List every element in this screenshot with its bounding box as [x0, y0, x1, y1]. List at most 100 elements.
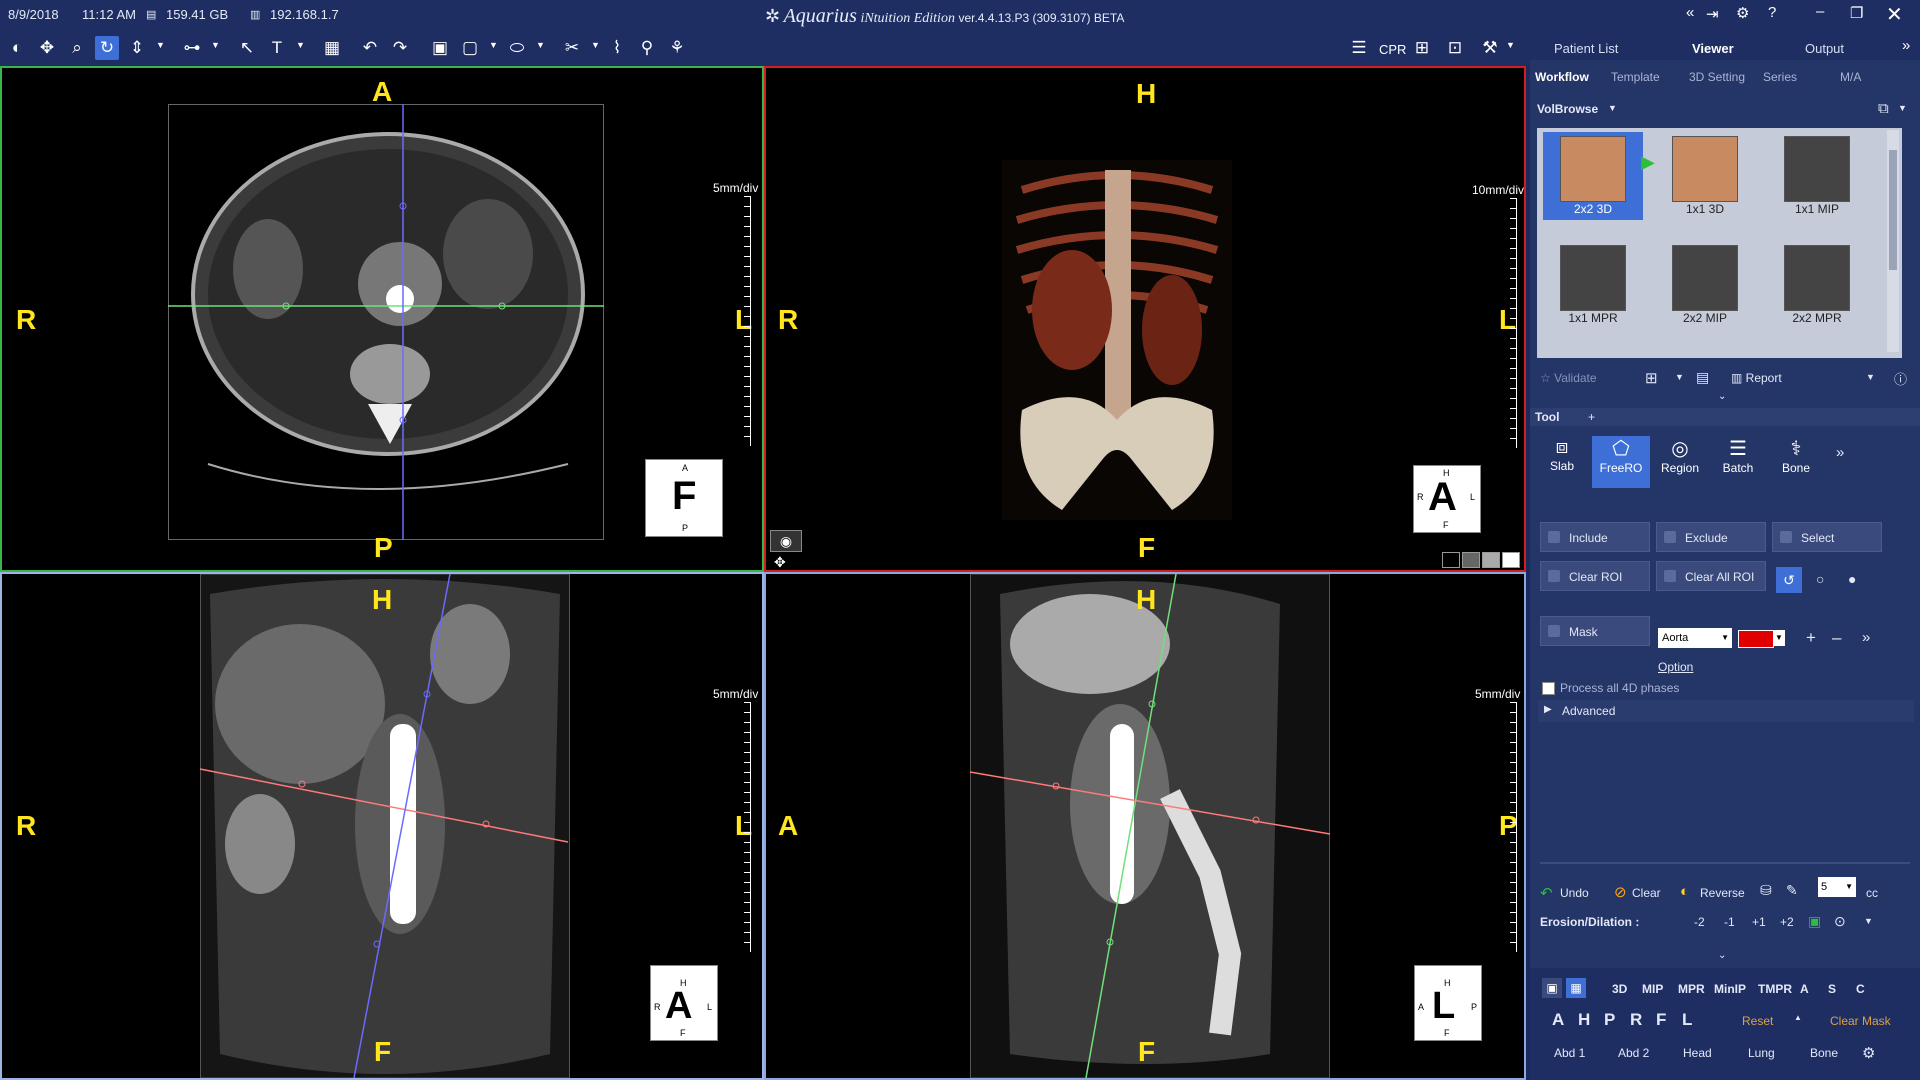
- scroll-dropdown-icon[interactable]: ▼: [156, 40, 165, 50]
- tab-patient-list[interactable]: Patient List: [1554, 41, 1618, 56]
- mode-minip[interactable]: MinIP: [1714, 982, 1746, 996]
- mode-a[interactable]: A: [1800, 982, 1809, 996]
- color-dropdown-icon[interactable]: ▼: [1773, 630, 1785, 646]
- tool-batch[interactable]: ☰ Batch: [1710, 436, 1766, 488]
- mode-mip[interactable]: MIP: [1642, 982, 1663, 996]
- exclude-button[interactable]: Exclude: [1656, 522, 1766, 552]
- minimize-icon[interactable]: –: [1816, 3, 1824, 20]
- export-icon[interactable]: ⧉: [1878, 100, 1889, 117]
- grid-layout-icon[interactable]: ▦: [320, 36, 344, 60]
- mode-c[interactable]: C: [1856, 982, 1865, 996]
- layout-thumb-2x2-3d[interactable]: 2x2 3D: [1543, 132, 1643, 220]
- reset-button[interactable]: Reset: [1742, 1014, 1773, 1028]
- tab-output[interactable]: Output: [1805, 41, 1844, 56]
- mask-button[interactable]: Mask: [1540, 616, 1650, 646]
- swatch-black[interactable]: [1442, 552, 1460, 568]
- clear-mask-button[interactable]: Clear Mask: [1830, 1014, 1891, 1028]
- rotate-icon[interactable]: ↻: [95, 36, 119, 60]
- tool-section-add[interactable]: +: [1588, 410, 1595, 424]
- add-icon[interactable]: ⊞: [1645, 369, 1658, 387]
- zoom-icon[interactable]: ⌕: [65, 36, 89, 60]
- orientation-cube[interactable]: H R A L F: [1413, 465, 1481, 533]
- settings-tool-icon[interactable]: ⚒: [1478, 36, 1502, 60]
- size-select[interactable]: 5 ▼: [1818, 877, 1856, 897]
- cpr-button[interactable]: CPR: [1379, 42, 1406, 57]
- apply-morph-icon[interactable]: ▣: [1808, 913, 1821, 930]
- collapse-edit-icon[interactable]: ⌄: [1718, 950, 1726, 961]
- remove-mask-icon[interactable]: –: [1832, 628, 1841, 648]
- more-mask-icon[interactable]: »: [1862, 629, 1870, 646]
- gallery-scrollbar[interactable]: [1887, 130, 1899, 352]
- layout-thumb-1x1-3d[interactable]: 1x1 3D: [1655, 136, 1755, 216]
- mask-color-swatch[interactable]: [1738, 630, 1774, 648]
- mode-s[interactable]: S: [1828, 982, 1836, 996]
- scissors-dropdown-icon[interactable]: ▼: [591, 40, 600, 50]
- subtab-workflow[interactable]: Workflow: [1535, 70, 1589, 84]
- subtab-series[interactable]: Series: [1763, 70, 1797, 84]
- volbrowse-dropdown-icon[interactable]: ▼: [1608, 103, 1617, 113]
- ellipse-dropdown-icon[interactable]: ▼: [536, 40, 545, 50]
- clear-all-roi-button[interactable]: Clear All ROI: [1656, 561, 1766, 591]
- erosion-minus-2[interactable]: -2: [1694, 915, 1705, 929]
- gallery-scroll-thumb[interactable]: [1889, 150, 1897, 270]
- preset-abd1[interactable]: Abd 1: [1554, 1046, 1585, 1060]
- ruler-dropdown-icon[interactable]: ▼: [211, 40, 220, 50]
- preset-bone[interactable]: Bone: [1810, 1046, 1838, 1060]
- tool-freero[interactable]: ⬠ FreeRO: [1592, 436, 1650, 488]
- redo-icon[interactable]: ↷: [388, 36, 412, 60]
- expand-right-icon[interactable]: »: [1902, 37, 1910, 54]
- swatch-white[interactable]: [1502, 552, 1520, 568]
- scissors-icon[interactable]: ✂: [560, 36, 584, 60]
- tab-viewer[interactable]: Viewer: [1692, 41, 1734, 56]
- undo-edit-icon[interactable]: ↶: [1540, 884, 1553, 902]
- export-dropdown-icon[interactable]: ▼: [1898, 103, 1907, 113]
- process-4d-checkbox[interactable]: [1542, 682, 1555, 695]
- viewport-sagittal[interactable]: H F A P 5mm/div H A L P F: [764, 572, 1526, 1080]
- move-icon[interactable]: ✥: [774, 554, 786, 570]
- erosion-minus-1[interactable]: -1: [1724, 915, 1735, 929]
- contour-mode-icon[interactable]: ↺: [1776, 567, 1802, 593]
- reverse-button[interactable]: Reverse: [1700, 886, 1745, 900]
- scroll-icon[interactable]: ⇕: [125, 36, 149, 60]
- mode-tmpr[interactable]: TMPR: [1758, 982, 1792, 996]
- validate-button[interactable]: ☆ Validate: [1540, 371, 1597, 385]
- select-button[interactable]: Select: [1772, 522, 1882, 552]
- exit-icon[interactable]: ⇥: [1706, 5, 1719, 23]
- report-button[interactable]: ▥ Report: [1731, 371, 1782, 385]
- help-icon[interactable]: ?: [1768, 4, 1776, 21]
- clear-edit-icon[interactable]: ⊘: [1614, 883, 1627, 901]
- snapshot-icon[interactable]: ▣: [428, 36, 452, 60]
- tool-region[interactable]: ◎ Region: [1652, 436, 1708, 488]
- box-icon[interactable]: ▢: [458, 36, 482, 60]
- orientation-cube[interactable]: H R A L F: [650, 965, 718, 1041]
- ellipse-icon[interactable]: ⬭: [505, 36, 529, 60]
- tool-slab[interactable]: ⧈ Slab: [1536, 436, 1588, 488]
- dilation-plus-2[interactable]: +2: [1780, 915, 1794, 929]
- mode-mpr[interactable]: MPR: [1678, 982, 1705, 996]
- camera-icon[interactable]: ◉: [770, 530, 802, 552]
- morph-dropdown-icon[interactable]: ▼: [1864, 916, 1873, 926]
- layout-thumb-2x2-mpr[interactable]: 2x2 MPR: [1767, 245, 1867, 325]
- preset-lung[interactable]: Lung: [1748, 1046, 1775, 1060]
- auto-segment-icon[interactable]: ⚘: [665, 36, 689, 60]
- sagittal-crosshair[interactable]: [766, 574, 1526, 1078]
- pointer-icon[interactable]: ↖: [235, 36, 259, 60]
- text-dropdown-icon[interactable]: ▼: [296, 40, 305, 50]
- gear-icon[interactable]: ⚙: [1736, 4, 1749, 22]
- include-button[interactable]: Include: [1540, 522, 1650, 552]
- dilation-plus-1[interactable]: +1: [1752, 915, 1766, 929]
- add-dropdown-icon[interactable]: ▼: [1675, 372, 1684, 382]
- undo-icon[interactable]: ↶: [358, 36, 382, 60]
- save-icon[interactable]: ▤: [1696, 369, 1709, 386]
- crosshair-box-icon[interactable]: ⊞: [1410, 36, 1434, 60]
- orient-p-button[interactable]: P: [1604, 1010, 1615, 1030]
- box-dropdown-icon[interactable]: ▼: [489, 40, 498, 50]
- undo-edit-button[interactable]: Undo: [1560, 886, 1589, 900]
- mask-target-select[interactable]: Aorta ▼: [1658, 628, 1732, 648]
- sculpt-brush-icon[interactable]: ✎: [1786, 882, 1798, 899]
- probe-icon[interactable]: ⚲: [635, 36, 659, 60]
- subtab-ma[interactable]: M/A: [1840, 70, 1861, 84]
- text-tool-icon[interactable]: T: [265, 36, 289, 60]
- magnifier-box-icon[interactable]: ⊡: [1443, 36, 1467, 60]
- play-icon[interactable]: ▶: [1641, 152, 1655, 173]
